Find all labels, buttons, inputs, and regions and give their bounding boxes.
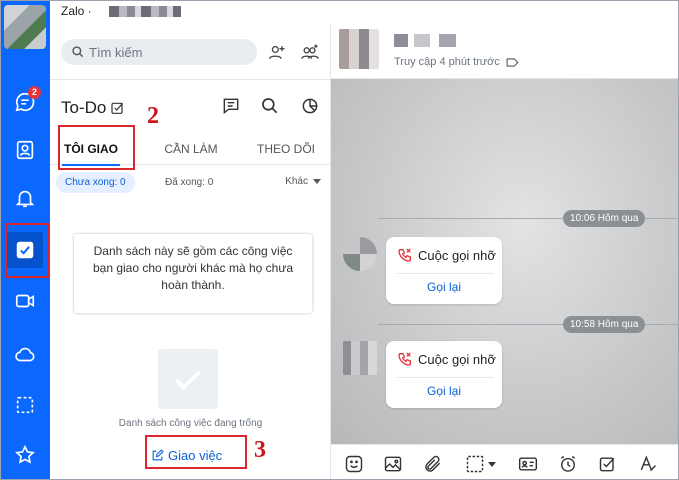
card-divider: [397, 273, 494, 274]
contact-card-icon: [518, 457, 538, 471]
zalo-window: Zalo · 2 Tìm kiếm To-Do 2 TÔI GIAO CẦN L…: [0, 0, 679, 480]
card-divider: [397, 377, 494, 378]
text-format-button[interactable]: [637, 453, 659, 475]
app-title: Zalo ·: [61, 4, 92, 18]
image-icon: [384, 456, 402, 472]
tab-to-do[interactable]: CẦN LÀM: [146, 133, 236, 165]
missed-call-header: Cuộc gọi nhỡ: [397, 351, 496, 367]
statistics-button[interactable]: [297, 93, 323, 119]
highlight-todo-nav: [5, 223, 50, 278]
missed-call-card: Cuộc gọi nhỡ Gọi lại: [386, 237, 502, 304]
empty-state-text: Danh sách công việc đang trống: [118, 418, 263, 429]
messages-nav-button[interactable]: 2: [7, 84, 43, 120]
todo-search-button[interactable]: [257, 93, 283, 119]
info-card: Danh sách này sẽ gồm các công việc bạn g…: [74, 234, 312, 313]
filter-other-dropdown[interactable]: Khác: [285, 176, 321, 187]
empty-state-illustration: [158, 349, 218, 409]
chat-messages: 10:06 Hôm qua Cuộc gọi nhỡ Gọi lại 10:58…: [331, 79, 678, 444]
sticker-icon: [345, 455, 363, 473]
missed-call-title: Cuộc gọi nhỡ: [418, 247, 496, 263]
add-user-icon: [268, 45, 285, 60]
call-back-button[interactable]: Gọi lại: [386, 384, 502, 398]
page-title: To-Do: [61, 98, 107, 117]
chevron-down-icon: [313, 179, 321, 184]
timestamp: 10:58 Hôm qua: [563, 316, 646, 333]
attach-file-button[interactable]: [422, 453, 444, 475]
todo-panel: To-Do 2 TÔI GIAO CẦN LÀM THEO DÕI: [50, 23, 331, 479]
contact-status: Truy cập 4 phút trước: [394, 56, 519, 68]
panel-divider: [50, 79, 331, 80]
alarm-clock-icon: [560, 455, 576, 472]
contact-avatar[interactable]: [339, 29, 379, 69]
sticker-button[interactable]: [343, 453, 365, 475]
last-seen-text: Truy cập 4 phút trước: [394, 56, 500, 68]
screenshot-icon: [466, 455, 483, 473]
step-number-2: 2: [147, 103, 159, 129]
filter-done[interactable]: Đã xong: 0: [156, 172, 222, 193]
chevron-down-icon: [487, 461, 496, 467]
video-camera-icon: [15, 294, 35, 308]
send-image-button[interactable]: [382, 453, 404, 475]
create-group-button[interactable]: [297, 39, 323, 65]
contacts-icon: [16, 140, 34, 160]
screenshot-nav-button[interactable]: [7, 387, 43, 423]
search-icon: [262, 98, 278, 114]
reminder-button[interactable]: [557, 453, 579, 475]
video-call-nav-button[interactable]: [7, 283, 43, 319]
user-avatar[interactable]: [4, 5, 46, 49]
contacts-nav-button[interactable]: [7, 132, 43, 168]
favorites-nav-button[interactable]: [7, 437, 43, 473]
send-contact-card-button[interactable]: [517, 453, 539, 475]
screenshot-button[interactable]: [462, 453, 498, 475]
crop-select-icon: [16, 396, 34, 414]
tab-following[interactable]: THEO DÕI: [246, 133, 326, 165]
paperclip-icon: [425, 455, 441, 472]
timestamp: 10:06 Hôm qua: [563, 210, 646, 227]
bell-icon: [15, 190, 35, 208]
sender-avatar[interactable]: [343, 237, 377, 271]
tag-icon[interactable]: [506, 57, 519, 67]
task-check-icon: [599, 457, 615, 472]
notes-button[interactable]: [218, 93, 244, 119]
cloud-nav-button[interactable]: [7, 337, 43, 373]
sender-avatar[interactable]: [343, 341, 377, 375]
composer-toolbar: [331, 444, 678, 479]
star-icon: [15, 444, 35, 464]
filter-unfinished[interactable]: Chưa xong: 0: [56, 172, 135, 193]
search-box[interactable]: [61, 39, 257, 65]
cloud-icon: [15, 347, 35, 362]
add-group-icon: [301, 44, 319, 59]
search-icon: [72, 46, 84, 58]
todo-header: To-Do: [61, 98, 126, 118]
chat-header: Truy cập 4 phút trước: [331, 1, 678, 79]
missed-call-header: Cuộc gọi nhỡ: [397, 247, 496, 263]
call-back-button[interactable]: Gọi lại: [386, 280, 502, 294]
search-input[interactable]: [89, 44, 249, 60]
assign-task-toolbar-button[interactable]: [597, 453, 619, 475]
highlight-assign-button: [145, 435, 247, 469]
step-number-3: 3: [254, 437, 266, 463]
text-format-icon: [640, 455, 657, 472]
missed-call-card: Cuộc gọi nhỡ Gọi lại: [386, 341, 502, 408]
notifications-nav-button[interactable]: [7, 180, 43, 216]
message-list-icon: [223, 98, 239, 115]
edit-check-icon: [111, 102, 124, 114]
highlight-tab: [58, 125, 135, 170]
blurred-chat-name: [109, 6, 181, 17]
unread-badge: 2: [28, 86, 41, 99]
missed-call-icon: [398, 352, 411, 366]
pie-chart-icon: [302, 98, 318, 114]
missed-call-title: Cuộc gọi nhỡ: [418, 351, 496, 367]
blurred-contact-name: [394, 34, 456, 47]
filter-other-label: Khác: [285, 176, 308, 187]
missed-call-icon: [398, 248, 411, 262]
status-filters: Chưa xong: 0 Đã xong: 0 Khác: [50, 172, 331, 194]
add-friend-button[interactable]: [264, 39, 290, 65]
checkmark-icon: [174, 370, 202, 390]
